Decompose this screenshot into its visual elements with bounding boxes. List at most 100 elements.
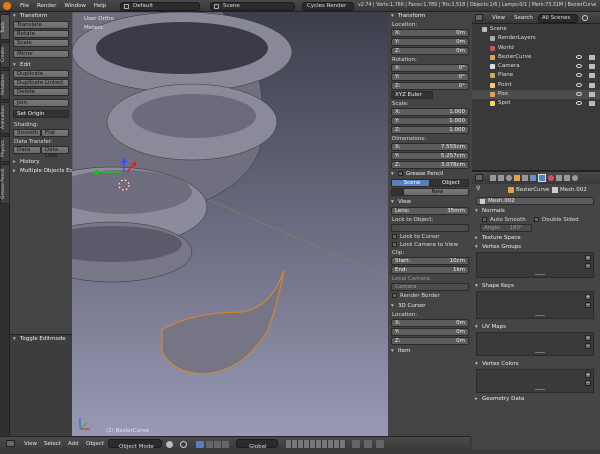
edit-panel-header[interactable]: Edit <box>10 61 72 70</box>
3d-cursor-panel-header[interactable]: 3D Cursor <box>388 302 472 311</box>
add-shape-key-button[interactable]: + <box>585 294 591 300</box>
lock-to-object-field[interactable] <box>391 224 469 232</box>
visibility-eye-icon[interactable] <box>576 82 582 87</box>
outliner-item[interactable]: Point <box>472 81 600 90</box>
uv-maps-list[interactable]: + − <box>476 332 594 356</box>
particles-tab-icon[interactable] <box>564 175 570 181</box>
translate-manipulator-icon[interactable] <box>206 441 213 448</box>
vertex-colors-list[interactable]: + − <box>476 369 594 393</box>
renderable-camera-icon[interactable] <box>589 64 595 70</box>
menu-window[interactable]: Window <box>64 0 86 12</box>
toggle-editmode-header[interactable]: Toggle Editmode <box>10 335 72 344</box>
shape-keys-panel-header[interactable]: Shape Keys <box>472 282 600 291</box>
uv-maps-panel-header[interactable]: UV Maps <box>472 323 600 332</box>
scale-z-field[interactable]: Z: 1.000 <box>391 126 469 134</box>
view-panel-header[interactable]: View <box>388 198 472 207</box>
lock-layers-icon[interactable] <box>352 440 360 448</box>
smooth-button[interactable]: Smooth <box>13 129 41 137</box>
breadcrumb-object[interactable]: BezierCurve <box>516 184 549 196</box>
auto-smooth-checkbox[interactable] <box>482 217 487 222</box>
rotation-mode-select[interactable]: XYZ Euler <box>391 91 433 99</box>
tab-grease-pencil[interactable]: Grease Pencil <box>0 164 10 204</box>
rotation-y-field[interactable]: Y: 0° <box>391 73 469 81</box>
menu-file[interactable]: File <box>20 0 29 12</box>
menu-help[interactable]: Help <box>94 0 107 12</box>
location-y-field[interactable]: Y: 0m <box>391 38 469 46</box>
local-camera-field[interactable]: Camera <box>391 283 469 291</box>
cursor-x-field[interactable]: X: 0m <box>391 319 469 327</box>
multiple-objects-panel-header[interactable]: Multiple Objects Edit <box>10 167 72 176</box>
menu-select[interactable]: Select <box>44 437 61 451</box>
transform-orientation-select[interactable]: Global <box>236 439 278 450</box>
snap-icon[interactable] <box>364 440 372 448</box>
list-resize-handle[interactable] <box>535 352 545 353</box>
data-transfer-button[interactable]: Data <box>13 146 41 154</box>
delete-button[interactable]: Delete <box>13 88 69 96</box>
normals-panel-header[interactable]: Normals <box>472 207 600 216</box>
list-resize-handle[interactable] <box>535 274 545 275</box>
rotate-manipulator-icon[interactable] <box>214 441 221 448</box>
tab-animation[interactable]: Animation <box>0 102 10 134</box>
editor-type-icon[interactable] <box>475 174 483 181</box>
breadcrumb-mesh[interactable]: Mesh.002 <box>560 184 587 196</box>
double-sided-option[interactable]: Double Sided <box>534 216 579 224</box>
transform-panel-header[interactable]: Transform <box>10 12 72 21</box>
visibility-eye-icon[interactable] <box>576 101 582 106</box>
renderable-camera-icon[interactable] <box>589 73 595 79</box>
outliner-item[interactable]: RenderLayers <box>472 34 600 43</box>
renderable-camera-icon[interactable] <box>589 54 595 60</box>
clip-end-field[interactable]: End: 1km <box>391 266 469 274</box>
texture-space-panel-header[interactable]: Texture Space <box>472 234 600 243</box>
translate-button[interactable]: Translate <box>13 21 69 29</box>
menu-render[interactable]: Render <box>37 0 57 12</box>
search-icon[interactable] <box>582 15 588 21</box>
outliner-item[interactable]: World <box>472 44 600 53</box>
lock-to-cursor-option[interactable]: Lock to Cursor <box>388 233 472 241</box>
physics-tab-icon[interactable] <box>572 175 578 181</box>
scale-y-field[interactable]: Y: 1.000 <box>391 117 469 125</box>
remove-uv-map-button[interactable]: − <box>585 343 591 349</box>
visibility-eye-icon[interactable] <box>576 92 582 97</box>
set-origin-menu[interactable]: Set Origin <box>13 110 69 118</box>
lock-camera-checkbox[interactable] <box>392 242 397 247</box>
pivot-point-icon[interactable] <box>180 441 187 448</box>
tab-create[interactable]: Create <box>0 42 10 68</box>
list-resize-handle[interactable] <box>535 389 545 390</box>
add-vertex-color-button[interactable]: + <box>585 372 591 378</box>
scale-x-field[interactable]: X: 1.000 <box>391 108 469 116</box>
data-layouts-button[interactable]: Data Lays <box>41 146 69 159</box>
history-panel-header[interactable]: History <box>10 158 72 167</box>
clip-start-field[interactable]: Start: 10cm <box>391 257 469 265</box>
render-engine-select[interactable]: Cycles Render <box>302 1 354 11</box>
rotate-button[interactable]: Rotate <box>13 30 69 38</box>
dimension-z-field[interactable]: Z: 3.078cm <box>391 161 469 169</box>
angle-field[interactable]: Angle: 180° <box>480 224 532 232</box>
list-resize-handle[interactable] <box>535 315 545 316</box>
location-x-field[interactable]: X: 0m <box>391 29 469 37</box>
renderable-camera-icon[interactable] <box>589 92 595 98</box>
editor-type-icon[interactable] <box>475 14 483 21</box>
outliner-menu-search[interactable]: Search <box>514 12 533 24</box>
lens-field[interactable]: Lens: 35mm <box>391 207 469 215</box>
menu-view[interactable]: View <box>24 437 37 451</box>
lock-to-cursor-checkbox[interactable] <box>392 234 397 239</box>
mode-select[interactable]: Object Mode <box>108 439 162 450</box>
rotation-x-field[interactable]: X: 0° <box>391 64 469 72</box>
visibility-eye-icon[interactable] <box>576 73 582 78</box>
blender-logo-icon[interactable] <box>3 2 11 10</box>
rotation-z-field[interactable]: Z: 0° <box>391 82 469 90</box>
shading-mode-icon[interactable] <box>166 441 173 448</box>
pin-icon[interactable]: ⚲ <box>476 185 480 192</box>
modifiers-tab-icon[interactable] <box>530 175 536 181</box>
dimension-x-field[interactable]: X: 7.555cm <box>391 143 469 151</box>
grease-pencil-checkbox[interactable] <box>398 171 403 176</box>
remove-vertex-group-button[interactable]: − <box>585 263 591 269</box>
tab-relations[interactable]: Relations <box>0 70 10 100</box>
dimension-y-field[interactable]: Y: 5.257cm <box>391 152 469 160</box>
grease-pencil-new-button[interactable]: New <box>403 188 469 196</box>
lock-camera-option[interactable]: Lock Camera to View <box>388 241 472 249</box>
outliner-item[interactable]: Spot <box>472 99 600 108</box>
scale-manipulator-icon[interactable] <box>222 441 229 448</box>
scene-tab-icon[interactable] <box>498 175 504 181</box>
render-border-checkbox[interactable] <box>392 293 397 298</box>
